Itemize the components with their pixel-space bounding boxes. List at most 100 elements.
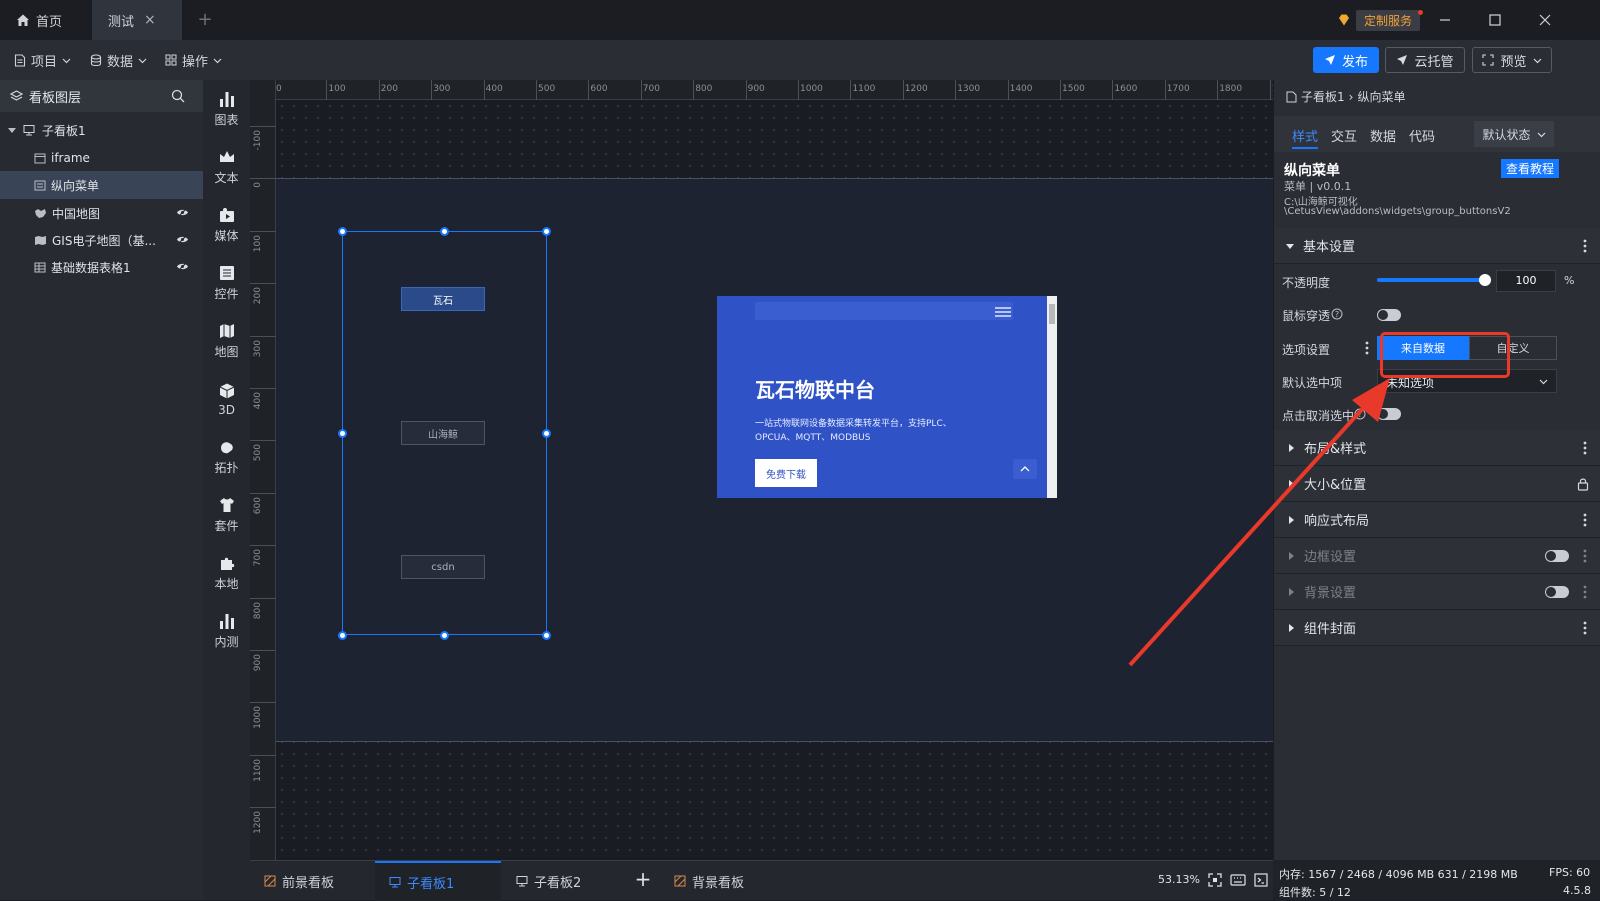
tab-foreground-board[interactable]: 前景看板: [250, 861, 348, 901]
menu-data[interactable]: 数据: [90, 40, 147, 80]
hamburger-icon[interactable]: [994, 306, 1012, 318]
tool-kit-label: 套件: [214, 519, 239, 533]
tab-home[interactable]: 首页: [0, 0, 92, 40]
tool-text[interactable]: 文本: [203, 138, 250, 196]
resize-handle[interactable]: [542, 429, 551, 438]
add-board-button[interactable]: +: [630, 867, 656, 893]
eye-hidden-icon[interactable]: [176, 207, 189, 218]
tab-sub-board-1[interactable]: 子看板1: [375, 861, 501, 901]
tab-background-board[interactable]: 背景看板: [660, 861, 758, 901]
layer-root[interactable]: 子看板1: [0, 116, 203, 144]
section-basic[interactable]: 基本设置: [1274, 228, 1600, 264]
tool-map[interactable]: 地图: [203, 312, 250, 370]
tab-interaction[interactable]: 交互: [1331, 126, 1357, 145]
more-vertical-icon[interactable]: [1583, 549, 1587, 563]
more-vertical-icon[interactable]: [1583, 621, 1587, 635]
opacity-slider-knob[interactable]: [1479, 274, 1491, 286]
diamond-icon: [1339, 14, 1349, 26]
layer-item[interactable]: 基础数据表格1: [0, 253, 203, 281]
help-icon[interactable]: ?: [1331, 308, 1343, 320]
more-vertical-icon[interactable]: [1583, 239, 1587, 253]
resize-handle[interactable]: [338, 227, 347, 236]
layer-item-selected[interactable]: 纵向菜单: [0, 171, 203, 199]
resize-handle[interactable]: [440, 631, 449, 640]
eye-hidden-icon[interactable]: [176, 261, 189, 272]
resize-handle[interactable]: [542, 227, 551, 236]
maximize-button[interactable]: [1470, 0, 1520, 40]
menu-option-button[interactable]: 山海鲸: [401, 421, 485, 445]
eye-hidden-icon[interactable]: [176, 234, 189, 245]
console-icon[interactable]: [1254, 873, 1268, 887]
minimize-button[interactable]: [1420, 0, 1470, 40]
web-scrollbar[interactable]: [1047, 296, 1057, 498]
menu-project[interactable]: 项目: [14, 40, 71, 80]
layer-item-label: 纵向菜单: [51, 178, 100, 193]
tool-control[interactable]: 控件: [203, 254, 250, 312]
lock-icon[interactable]: [1577, 477, 1589, 491]
tab-sub-board-2[interactable]: 子看板2: [502, 861, 595, 901]
window-close-button[interactable]: [1520, 0, 1570, 40]
memory-status: 内存: 1567 / 2468 / 4096 MB 631 / 2198 MB: [1279, 868, 1518, 881]
tool-chart[interactable]: 图表: [203, 80, 250, 138]
opacity-slider[interactable]: [1377, 274, 1491, 286]
menu-option-button[interactable]: csdn: [401, 555, 485, 579]
state-select[interactable]: 默认状态: [1474, 121, 1554, 147]
iframe-widget[interactable]: 瓦石物联中台 一站式物联网设备数据采集转发平台，支持PLC、 OPCUA、MQT…: [717, 296, 1057, 498]
mouse-through-label: 鼠标穿透: [1282, 309, 1331, 323]
widget-version: 菜单 | v0.0.1: [1284, 180, 1352, 193]
tool-local[interactable]: 本地: [203, 544, 250, 602]
resize-handle[interactable]: [440, 227, 449, 236]
ruler-label: 900: [253, 654, 263, 672]
keyboard-icon[interactable]: [1230, 874, 1246, 886]
fit-screen-icon[interactable]: [1208, 873, 1222, 887]
menu-option-button[interactable]: 瓦石: [401, 287, 485, 311]
resize-handle[interactable]: [338, 631, 347, 640]
new-tab-button[interactable]: +: [194, 9, 216, 31]
layer-item[interactable]: 中国地图: [0, 199, 203, 227]
scroll-top-button[interactable]: [1013, 459, 1037, 479]
breadcrumb: 子看板1 › 纵向菜单: [1286, 88, 1405, 105]
layer-item[interactable]: iframe: [0, 144, 203, 172]
search-icon[interactable]: [171, 89, 185, 103]
tab-style[interactable]: 样式: [1292, 126, 1318, 145]
opacity-input[interactable]: 100: [1496, 270, 1556, 292]
preview-button[interactable]: 预览: [1472, 47, 1552, 73]
publish-button[interactable]: 发布: [1313, 47, 1379, 73]
maximize-icon: [1489, 14, 1501, 26]
breadcrumb-separator: ›: [1348, 89, 1354, 104]
more-vertical-icon[interactable]: [1583, 513, 1587, 527]
custom-service-button[interactable]: 定制服务: [1337, 9, 1424, 31]
download-button[interactable]: 免费下载: [755, 459, 817, 487]
menu-operation[interactable]: 操作: [165, 40, 222, 80]
more-vertical-icon[interactable]: [1583, 441, 1587, 455]
layer-item[interactable]: GIS电子地图（基...: [0, 226, 203, 254]
resize-handle[interactable]: [338, 429, 347, 438]
tool-3d[interactable]: 3D: [203, 370, 250, 428]
resize-handle[interactable]: [542, 631, 551, 640]
zoom-level[interactable]: 53.13%: [1158, 873, 1200, 886]
ruler-tick: [588, 80, 590, 100]
ruler-label: 400: [253, 392, 263, 410]
background-toggle[interactable]: [1545, 586, 1569, 598]
tab-test[interactable]: 测试 ×: [92, 0, 182, 40]
publish-label: 发布: [1341, 54, 1368, 70]
tab-data[interactable]: 数据: [1370, 126, 1396, 145]
tab-code[interactable]: 代码: [1409, 126, 1435, 145]
tool-beta[interactable]: 内测: [203, 602, 250, 660]
scrollbar-thumb[interactable]: [1049, 304, 1055, 324]
caret-down-icon[interactable]: [8, 126, 16, 134]
mouse-through-toggle[interactable]: [1377, 309, 1401, 321]
tool-kit[interactable]: 套件: [203, 486, 250, 544]
ruler-tick: [250, 388, 276, 389]
border-toggle[interactable]: [1545, 550, 1569, 562]
close-icon[interactable]: ×: [144, 12, 156, 28]
tool-topology[interactable]: 拓扑: [203, 428, 250, 486]
tool-local-label: 本地: [214, 577, 239, 591]
tutorial-button[interactable]: 查看教程: [1501, 159, 1560, 178]
menu-data-label: 数据: [107, 54, 134, 70]
tool-media[interactable]: 媒体: [203, 196, 250, 254]
more-vertical-icon[interactable]: [1583, 585, 1587, 599]
breadcrumb-parent[interactable]: 子看板1: [1301, 88, 1345, 105]
cloud-hosting-button[interactable]: 云托管: [1385, 47, 1465, 73]
more-vertical-icon[interactable]: [1365, 341, 1369, 355]
